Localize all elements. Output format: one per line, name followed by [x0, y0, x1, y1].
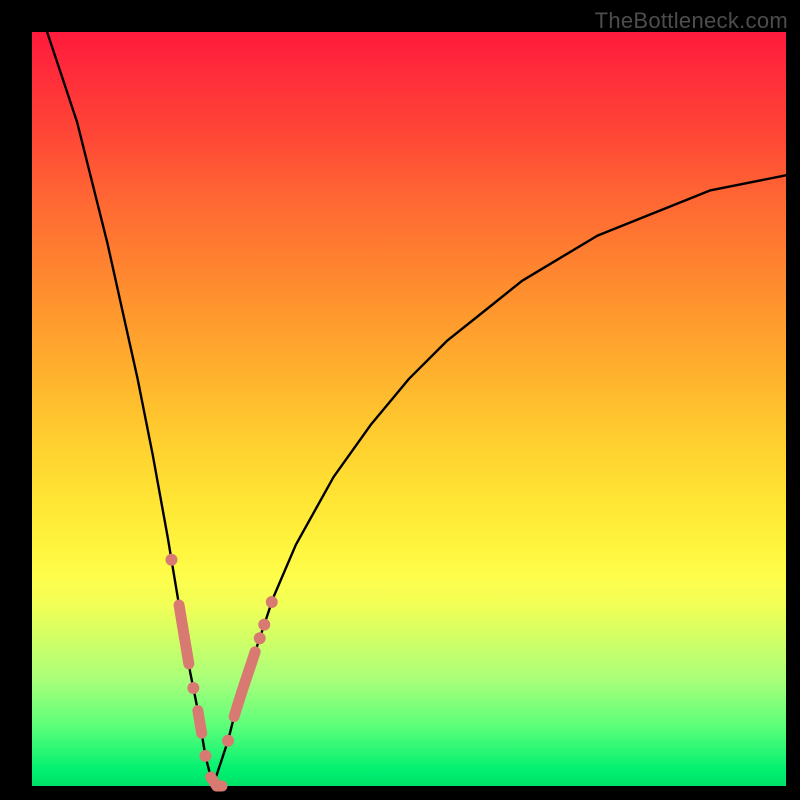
- data-marker-dot: [200, 750, 211, 761]
- data-marker-dot: [259, 619, 270, 630]
- curve-left-branch: [47, 32, 213, 786]
- plot-area: [32, 32, 786, 786]
- data-marker: [249, 652, 255, 670]
- curve-layer: [32, 32, 786, 786]
- data-marker-dot: [254, 633, 265, 644]
- data-marker-dot: [266, 597, 277, 608]
- data-marker-dot: [223, 735, 234, 746]
- data-marker: [198, 711, 202, 734]
- data-marker: [184, 637, 189, 664]
- chart-container: TheBottleneck.com: [0, 0, 800, 800]
- watermark-text: TheBottleneck.com: [595, 8, 788, 34]
- data-marker-dot: [166, 554, 177, 565]
- data-marker-dot: [188, 682, 199, 693]
- curve-right-branch: [213, 175, 786, 786]
